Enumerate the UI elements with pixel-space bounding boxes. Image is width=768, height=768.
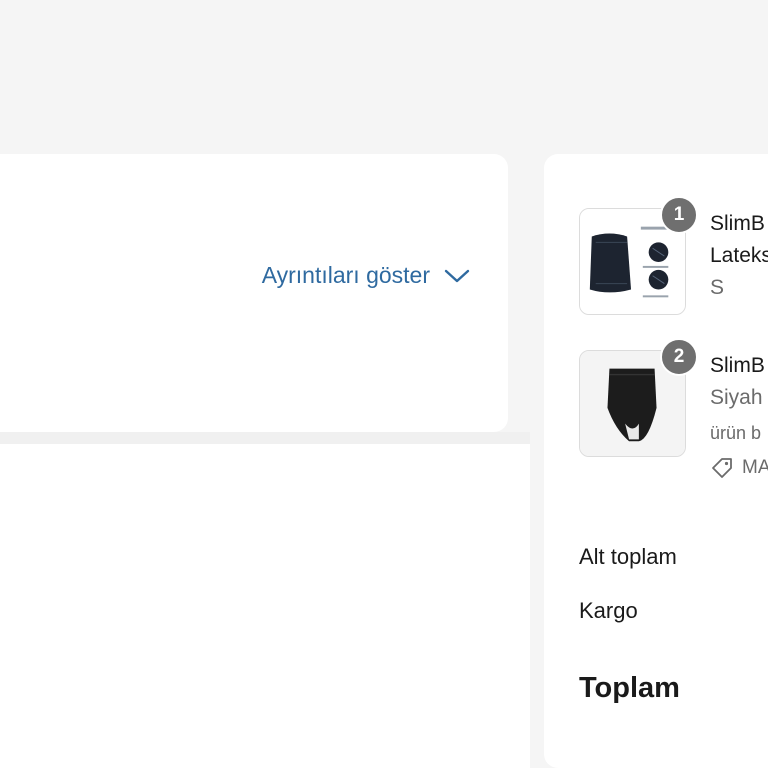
product-title-line2: Lateks <box>710 244 768 267</box>
total-label: Toplam <box>579 672 680 704</box>
chevron-down-icon <box>444 269 470 282</box>
order-item: 1 SlimB Lateks S <box>579 196 768 316</box>
subtotal-label: Alt toplam <box>579 544 677 569</box>
product-variant: Siyah <box>710 386 763 409</box>
section-divider <box>0 432 530 444</box>
show-details-toggle[interactable]: Ayrıntıları göster <box>262 262 470 289</box>
tag-icon <box>712 458 732 478</box>
product-title: SlimB <box>710 212 765 235</box>
shipping-label: Kargo <box>579 598 638 623</box>
discount-code: MA <box>742 457 768 478</box>
show-details-label: Ayrıntıları göster <box>261 262 430 288</box>
quantity-badge: 1 <box>660 196 698 234</box>
product-note: ürün b <box>710 423 762 443</box>
checkout-form-area <box>0 444 530 768</box>
page-header-area <box>0 0 768 154</box>
product-variant: S <box>710 276 725 299</box>
order-summary: 1 SlimB Lateks S 2 SlimB Siyah ürün b MA… <box>544 154 768 768</box>
discount-tag: MA <box>710 456 768 480</box>
product-title: SlimB <box>710 354 765 377</box>
details-card: Ayrıntıları göster <box>0 154 508 432</box>
order-item: 2 SlimB Siyah ürün b MA <box>579 338 768 478</box>
quantity-badge: 2 <box>660 338 698 376</box>
